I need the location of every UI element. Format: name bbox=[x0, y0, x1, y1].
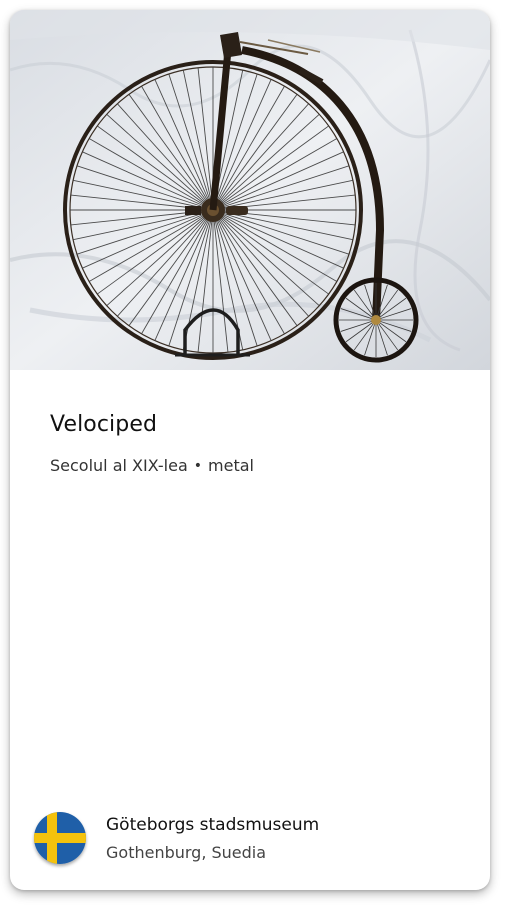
artwork-card[interactable]: Velociped Secolul al XIX-lea • metal Göt… bbox=[10, 10, 490, 890]
museum-info[interactable]: Göteborgs stadsmuseum Gothenburg, Suedia bbox=[34, 808, 464, 868]
artwork-photo[interactable] bbox=[10, 10, 490, 370]
museum-name: Göteborgs stadsmuseum bbox=[106, 814, 320, 835]
museum-location: Gothenburg, Suedia bbox=[106, 842, 267, 862]
penny-farthing-image bbox=[10, 10, 490, 370]
meta-separator: • bbox=[193, 457, 203, 474]
sweden-flag-icon bbox=[34, 812, 86, 864]
artwork-period: Secolul al XIX-lea bbox=[50, 456, 188, 475]
artwork-meta: Secolul al XIX-lea • metal bbox=[50, 456, 254, 475]
artwork-title: Velociped bbox=[50, 412, 158, 437]
artwork-medium: metal bbox=[208, 456, 254, 475]
